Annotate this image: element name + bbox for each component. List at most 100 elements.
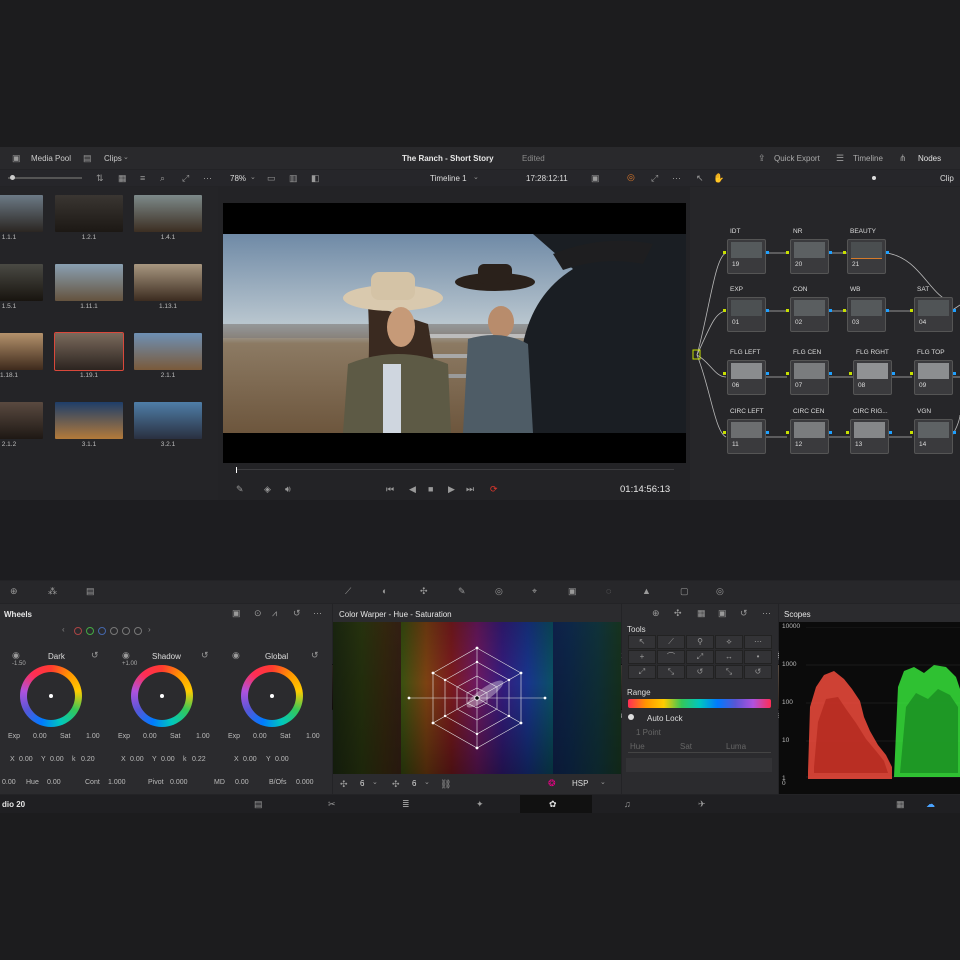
clips-dropdown[interactable]: Clips [104, 154, 122, 163]
color-space-select[interactable]: HSP [572, 779, 588, 788]
dark-y-field[interactable]: 0.00 [50, 756, 64, 763]
hand-icon[interactable]: ✋ [713, 173, 724, 183]
node-output-port[interactable] [953, 309, 956, 312]
corrector-node[interactable]: 14 [914, 419, 953, 454]
color-space-chevron-icon[interactable]: ⌄ [600, 778, 606, 788]
global-sat-field[interactable]: 1.00 [306, 733, 320, 740]
3d-icon[interactable]: ◎ [716, 586, 724, 596]
qualifier-icon[interactable]: ◐ [382, 586, 387, 596]
timeline-chevron-icon[interactable]: ⌄ [473, 173, 479, 183]
cloud-icon[interactable]: ☁ [926, 799, 935, 809]
corrector-node[interactable]: 09 [914, 360, 953, 395]
grid-b-icon[interactable]: ✣ [392, 779, 400, 789]
edit-page-icon[interactable]: ≣ [402, 799, 410, 809]
dark-exp-field[interactable]: 0.00 [33, 733, 47, 740]
global-exp-field[interactable]: 0.00 [253, 733, 267, 740]
nodes-icon[interactable]: ⋔ [899, 153, 907, 163]
node-input-port[interactable] [723, 309, 726, 312]
node-output-port[interactable] [829, 372, 832, 375]
wheels-target-icon[interactable]: ⊙ [254, 608, 262, 618]
range-sliders[interactable] [628, 752, 771, 753]
tools-icon-4[interactable]: ▣ [718, 608, 727, 618]
color-page-icon[interactable]: ✿ [549, 799, 557, 809]
timeline-icon[interactable]: ☰ [836, 153, 844, 163]
clips-icon[interactable]: ▤ [83, 153, 92, 163]
grid-b-chevron-icon[interactable]: ⌄ [424, 778, 430, 788]
node-input-port[interactable] [786, 251, 789, 254]
media-pool-thumbnail[interactable] [0, 402, 43, 439]
link-icon[interactable]: ⛓ [440, 779, 451, 789]
corrector-node[interactable]: 03 [847, 297, 886, 332]
node-output-port[interactable] [829, 251, 832, 254]
corrector-node[interactable]: 06 [727, 360, 766, 395]
warper-mesh[interactable] [333, 622, 621, 774]
node-input-port[interactable] [723, 431, 726, 434]
quick-export-button[interactable]: Quick Export [774, 154, 820, 163]
tool-button[interactable]: ⋯ [744, 635, 772, 649]
media-pool-thumbnail[interactable] [134, 195, 202, 232]
dark-reset-icon[interactable]: ↺ [91, 650, 99, 660]
sizing-icon[interactable]: ▢ [680, 586, 689, 596]
grid-a-select[interactable]: 6 [360, 779, 364, 788]
grid-a-chevron-icon[interactable]: ⌄ [372, 778, 378, 788]
shadow-k-field[interactable]: 0.22 [192, 756, 206, 763]
tools-reset-icon[interactable]: ↺ [740, 608, 748, 618]
cont-field[interactable]: 1.000 [108, 779, 126, 786]
color-space-icon[interactable]: ❂ [548, 778, 556, 788]
timeline-selector[interactable]: Timeline 1 [430, 174, 467, 183]
media-page-icon[interactable]: ▤ [254, 799, 263, 809]
corrector-node[interactable]: 02 [790, 297, 829, 332]
tool-button[interactable]: ↖ [628, 635, 656, 649]
media-pool-thumbnail[interactable] [0, 195, 43, 232]
zoom-level[interactable]: 78% [230, 174, 246, 183]
page-dot[interactable] [86, 627, 94, 635]
pivot-field[interactable]: 0.000 [170, 779, 188, 786]
page-dot[interactable] [110, 627, 118, 635]
scrubber-playhead[interactable] [236, 467, 237, 473]
tool-button[interactable]: ⟡ [715, 635, 743, 649]
tool-button[interactable]: ⟋ [657, 635, 685, 649]
slider-handle[interactable] [10, 175, 15, 180]
viewer-scrubber[interactable] [236, 469, 674, 470]
mesh-icon[interactable]: ✣ [340, 779, 348, 789]
node-output-port[interactable] [886, 309, 889, 312]
shadow-exp-field[interactable]: 0.00 [143, 733, 157, 740]
project-manager-icon[interactable]: ▦ [896, 799, 905, 809]
wheels-more-icon[interactable]: ⋯ [313, 608, 322, 618]
corrector-node[interactable]: 13 [850, 419, 889, 454]
dark-sat-field[interactable]: 1.00 [86, 733, 100, 740]
global-picker-icon[interactable]: ◉ [232, 650, 240, 660]
tool-button[interactable]: ↺ [744, 665, 772, 679]
hue-field[interactable]: 0.00 [47, 779, 61, 786]
node-input-port[interactable] [843, 251, 846, 254]
corrector-node[interactable]: 20 [790, 239, 829, 274]
tool-button[interactable]: ⤢ [686, 650, 714, 664]
step-back-icon[interactable]: ◀ [409, 484, 416, 494]
media-pool-thumbnail[interactable] [54, 332, 124, 371]
thumb-size-slider[interactable] [8, 177, 82, 179]
chevron-down-icon[interactable]: ⌄ [123, 153, 129, 163]
tool-button[interactable]: ⚲ [686, 635, 714, 649]
highlight-icon[interactable]: ◎ [627, 172, 635, 182]
tools-icon-2[interactable]: ✣ [674, 608, 682, 618]
node-input-port[interactable] [849, 372, 852, 375]
sort-icon[interactable]: ⇅ [96, 173, 104, 183]
fusion-page-icon[interactable]: ✦ [476, 799, 484, 809]
dark-k-field[interactable]: 0.20 [81, 756, 95, 763]
tool-button[interactable]: ⤡ [715, 665, 743, 679]
list-view-icon[interactable]: ≡ [140, 173, 145, 183]
key-icon[interactable]: ▲ [642, 586, 651, 596]
shadow-picker-icon[interactable]: ◉ [122, 650, 130, 660]
hdr-icon[interactable]: ⊕ [10, 586, 18, 596]
page-dot[interactable] [134, 627, 142, 635]
layers-icon[interactable]: ◈ [264, 484, 271, 494]
corrector-node[interactable]: 01 [727, 297, 766, 332]
nodes-button[interactable]: Nodes [918, 154, 941, 163]
node-input-port[interactable] [723, 251, 726, 254]
tool-button[interactable]: ↔ [715, 650, 743, 664]
bofs-field[interactable]: 0.000 [296, 779, 314, 786]
zoom-chevron-icon[interactable]: ⌄ [250, 173, 256, 183]
media-pool-thumbnail[interactable] [0, 333, 43, 370]
node-mode-label[interactable]: Clip [940, 174, 954, 183]
global-reset-icon[interactable]: ↺ [311, 650, 319, 660]
